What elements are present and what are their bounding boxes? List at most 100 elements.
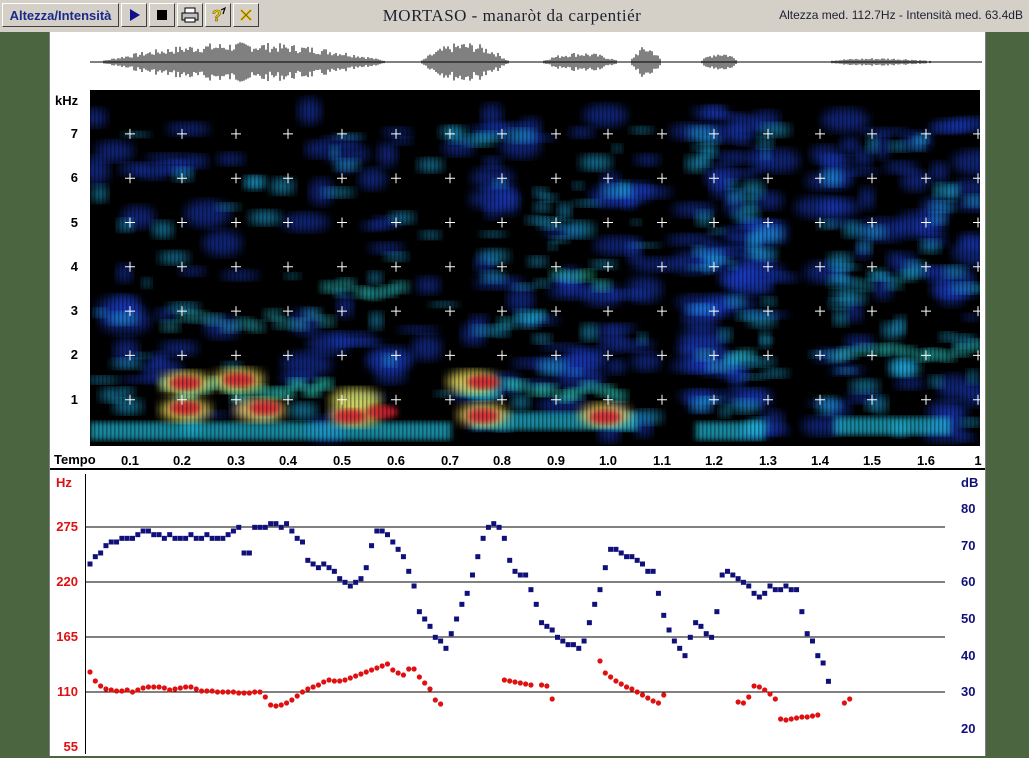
- pitch-point: [549, 696, 555, 702]
- pitch-point: [528, 682, 534, 688]
- intensity-point: [491, 521, 497, 527]
- pitch-point: [767, 691, 773, 697]
- intensity-point: [746, 583, 752, 589]
- divider: [50, 468, 985, 470]
- intensity-point: [252, 524, 258, 530]
- svg-text:?: ?: [212, 8, 222, 24]
- intensity-point: [735, 576, 741, 582]
- intensity-point: [560, 638, 566, 644]
- pitch-point: [220, 689, 226, 695]
- intensity-point: [533, 601, 539, 607]
- intensity-point: [161, 535, 167, 541]
- pitch-point: [634, 689, 640, 695]
- pitch-point: [756, 684, 762, 690]
- waveform[interactable]: [90, 36, 982, 88]
- pitch-point: [661, 692, 667, 698]
- intensity-point: [225, 532, 231, 538]
- intensity-point: [438, 638, 444, 644]
- intensity-point: [92, 554, 98, 560]
- intensity-point: [400, 554, 406, 560]
- intensity-point: [767, 583, 773, 589]
- pitch-point: [517, 680, 523, 686]
- pitch-point: [177, 685, 183, 691]
- intensity-point: [289, 528, 295, 534]
- intensity-point: [215, 535, 220, 541]
- pitch-point: [374, 665, 380, 671]
- intensity-point: [193, 535, 199, 541]
- close-button[interactable]: [233, 3, 259, 27]
- time-tick-label: 1.4: [810, 453, 830, 468]
- intensity-point: [395, 546, 401, 552]
- pitch-point: [156, 684, 162, 690]
- play-button[interactable]: [121, 3, 147, 27]
- intensity-point: [108, 539, 114, 545]
- intensity-point: [246, 550, 252, 556]
- pitch-point: [198, 688, 205, 694]
- pitch-point: [363, 669, 369, 675]
- intensity-point: [597, 587, 603, 593]
- intensity-point: [475, 554, 481, 560]
- khz-tick-label: 7: [70, 125, 78, 141]
- pitch-point: [214, 689, 221, 695]
- pitch-point: [799, 714, 805, 720]
- intensity-point: [220, 535, 226, 541]
- intensity-point: [544, 623, 550, 629]
- intensity-point: [124, 535, 130, 541]
- intensity-point: [645, 568, 651, 574]
- khz-unit-label: kHz: [55, 93, 79, 108]
- pitch-point: [342, 677, 348, 683]
- intensity-point: [369, 543, 375, 549]
- intensity-point: [358, 576, 364, 582]
- intensity-point: [820, 660, 826, 666]
- pitch-point: [358, 671, 364, 677]
- pitch-point: [257, 689, 263, 695]
- intensity-point: [496, 524, 502, 530]
- pitch-point: [262, 694, 268, 700]
- intensity-point: [230, 528, 236, 534]
- intensity-point: [172, 535, 178, 541]
- pitch-point: [809, 713, 816, 719]
- pitch-intensity-plot[interactable]: [85, 474, 945, 754]
- pitch-point: [438, 701, 444, 707]
- intensity-point: [337, 576, 343, 582]
- hz-tick-label: 220: [56, 574, 78, 589]
- db-tick-label: 50: [961, 611, 976, 626]
- intensity-point: [114, 539, 120, 545]
- pitch-point: [230, 689, 237, 695]
- pitch-point: [273, 703, 279, 709]
- pitch-point: [129, 689, 136, 695]
- intensity-point: [87, 561, 93, 567]
- intensity-point: [794, 587, 800, 593]
- intensity-point: [167, 532, 173, 538]
- pitch-point: [390, 667, 396, 673]
- intensity-point: [788, 587, 794, 593]
- stop-button[interactable]: [149, 3, 175, 27]
- help-button[interactable]: ?: [205, 3, 231, 27]
- pitch-point: [815, 712, 821, 718]
- time-tick-label: 0.6: [386, 453, 406, 468]
- khz-tick-label: 3: [70, 303, 78, 319]
- pitch-point: [538, 682, 545, 688]
- spectrogram[interactable]: [90, 90, 980, 446]
- intensity-point: [608, 546, 614, 552]
- time-tick-label: 0.1: [120, 453, 140, 468]
- intensity-point: [629, 554, 635, 560]
- intensity-point: [140, 528, 146, 534]
- intensity-point: [693, 620, 699, 626]
- intensity-point: [682, 653, 688, 659]
- time-tick-label: 1: [974, 453, 982, 468]
- intensity-point: [406, 568, 412, 574]
- play-icon: [130, 9, 140, 21]
- help-icon: ?: [212, 6, 227, 24]
- mode-button[interactable]: Altezza/Intensità: [2, 3, 119, 27]
- print-button[interactable]: [177, 3, 203, 27]
- pitch-point: [772, 696, 778, 702]
- pitch-point: [804, 714, 810, 720]
- analysis-panel: kHz 7 6 5 4 3 2 1 Tempo 0.1 0.2 0.3 0.4 0.5 0.6 0.7 0…: [49, 32, 986, 756]
- intensity-point: [448, 631, 454, 637]
- pitch-point: [602, 670, 608, 676]
- pitch-point: [512, 679, 518, 685]
- intensity-point: [650, 568, 656, 574]
- pitch-point: [167, 687, 173, 693]
- pitch-point: [507, 678, 513, 684]
